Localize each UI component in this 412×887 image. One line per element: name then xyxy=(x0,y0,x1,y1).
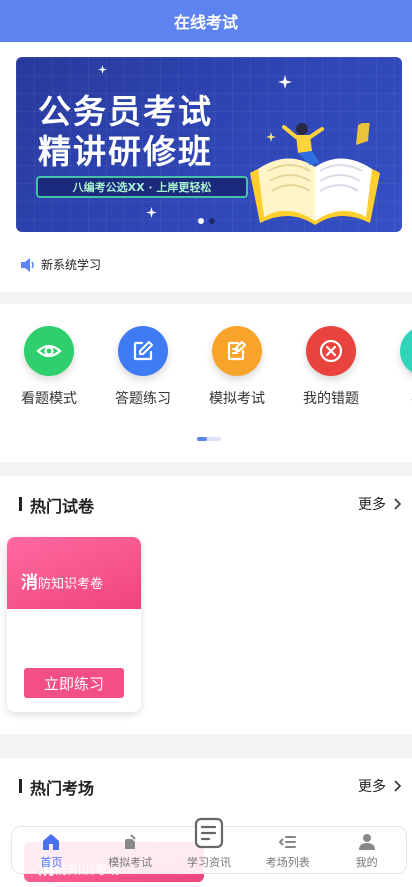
section-marker xyxy=(19,779,22,793)
tab-mock-exam[interactable]: 模拟考试 xyxy=(91,827,170,873)
hot-papers-more-link[interactable]: 更多 xyxy=(358,494,402,514)
feature-icon-bg xyxy=(118,326,168,376)
news-icon xyxy=(194,817,224,849)
banner-dot[interactable] xyxy=(209,218,215,224)
more-label: 更多 xyxy=(358,779,386,795)
section-marker xyxy=(19,497,22,511)
feature-label: 我的错题 xyxy=(303,391,359,407)
feature-icon-bg xyxy=(400,326,412,376)
chevron-right-icon xyxy=(394,498,402,510)
list-icon xyxy=(278,836,296,848)
hot-halls-title: 热门考场 xyxy=(30,779,95,798)
close-circle-icon xyxy=(319,339,343,363)
hot-papers-section: 热门试卷 更多 消防知识考卷 立即练习 xyxy=(0,476,412,734)
tab-study-news[interactable]: 学习资讯 xyxy=(170,817,249,873)
feature-label: 答题练习 xyxy=(115,391,171,407)
tab-hall-list[interactable]: 考场列表 xyxy=(248,827,327,873)
edit-icon xyxy=(133,341,153,361)
paper-card[interactable]: 消防知识考卷 立即练习 xyxy=(7,537,141,712)
speaker-icon xyxy=(21,257,34,272)
feature-icon-bg xyxy=(24,326,74,376)
home-icon xyxy=(43,834,60,850)
feature-exam-hall[interactable]: 考场 xyxy=(385,326,412,408)
notice-bar[interactable]: 新系统学习 xyxy=(20,256,101,273)
paper-cover: 消防知识考卷 xyxy=(7,537,141,609)
feature-mock-exam[interactable]: 模拟考试 xyxy=(197,326,277,408)
feature-scroll-thumb xyxy=(197,437,207,441)
banner-ribbon: 八编考公选XX · 上岸更轻松 xyxy=(36,176,248,198)
user-icon xyxy=(358,834,375,850)
paper-cover-title: 防知识考卷 xyxy=(38,577,104,592)
banner-title-line1: 公务员考试 xyxy=(38,92,213,131)
eye-icon xyxy=(36,344,62,358)
sparkle-icon xyxy=(278,75,292,89)
hot-papers-title: 热门试卷 xyxy=(30,497,95,516)
tab-label: 我的 xyxy=(355,856,378,869)
feature-answer-practice[interactable]: 答题练习 xyxy=(103,326,183,408)
tab-mine[interactable]: 我的 xyxy=(327,827,406,873)
page-header: 在线考试 xyxy=(0,0,412,42)
banner-title-line2: 精讲研修班 xyxy=(38,132,213,171)
feature-icon-bg xyxy=(306,326,356,376)
page-title: 在线考试 xyxy=(173,13,238,32)
hot-halls-header: 热门考场 更多 xyxy=(0,758,412,814)
feature-my-mistakes[interactable]: 我的错题 xyxy=(291,326,371,408)
feature-icon-bg xyxy=(212,326,262,376)
tab-label: 学习资讯 xyxy=(186,856,231,869)
feature-scroll-indicator xyxy=(197,437,221,441)
document-edit-icon xyxy=(227,341,246,361)
paper-cover-text: 消防知识考卷 xyxy=(21,568,103,593)
top-area: 公务员考试 精讲研修班 八编考公选XX · 上岸更轻松 新系统学习 xyxy=(0,42,412,292)
book-illustration xyxy=(250,123,380,225)
chevron-right-icon xyxy=(394,780,402,792)
banner-dot-active[interactable] xyxy=(198,218,204,224)
notice-text: 新系统学习 xyxy=(41,258,102,272)
tab-label: 首页 xyxy=(40,856,63,869)
paper-cover-big-char: 消 xyxy=(21,573,38,593)
feature-label: 模拟考试 xyxy=(209,391,265,407)
start-practice-button[interactable]: 立即练习 xyxy=(24,668,124,698)
banner-dots xyxy=(198,218,215,224)
tab-label: 考场列表 xyxy=(265,856,310,869)
promo-banner[interactable]: 公务员考试 精讲研修班 八编考公选XX · 上岸更轻松 xyxy=(16,57,402,232)
feature-view-mode[interactable]: 看题模式 xyxy=(9,326,89,408)
bottom-tab-bar: 首页 模拟考试 学习资讯 考场列表 我的 xyxy=(11,817,407,874)
tab-home[interactable]: 首页 xyxy=(12,827,91,873)
feature-label: 看题模式 xyxy=(21,391,77,407)
feature-menu: 看题模式 答题练习 模拟考试 我的错题 xyxy=(0,304,412,462)
sparkle-icon xyxy=(98,65,107,74)
hot-papers-header: 热门试卷 更多 xyxy=(0,476,412,532)
more-label: 更多 xyxy=(358,497,386,513)
sparkle-icon xyxy=(146,207,157,218)
tab-label: 模拟考试 xyxy=(108,856,153,869)
pen-icon xyxy=(125,834,136,849)
hot-halls-more-link[interactable]: 更多 xyxy=(358,776,402,796)
